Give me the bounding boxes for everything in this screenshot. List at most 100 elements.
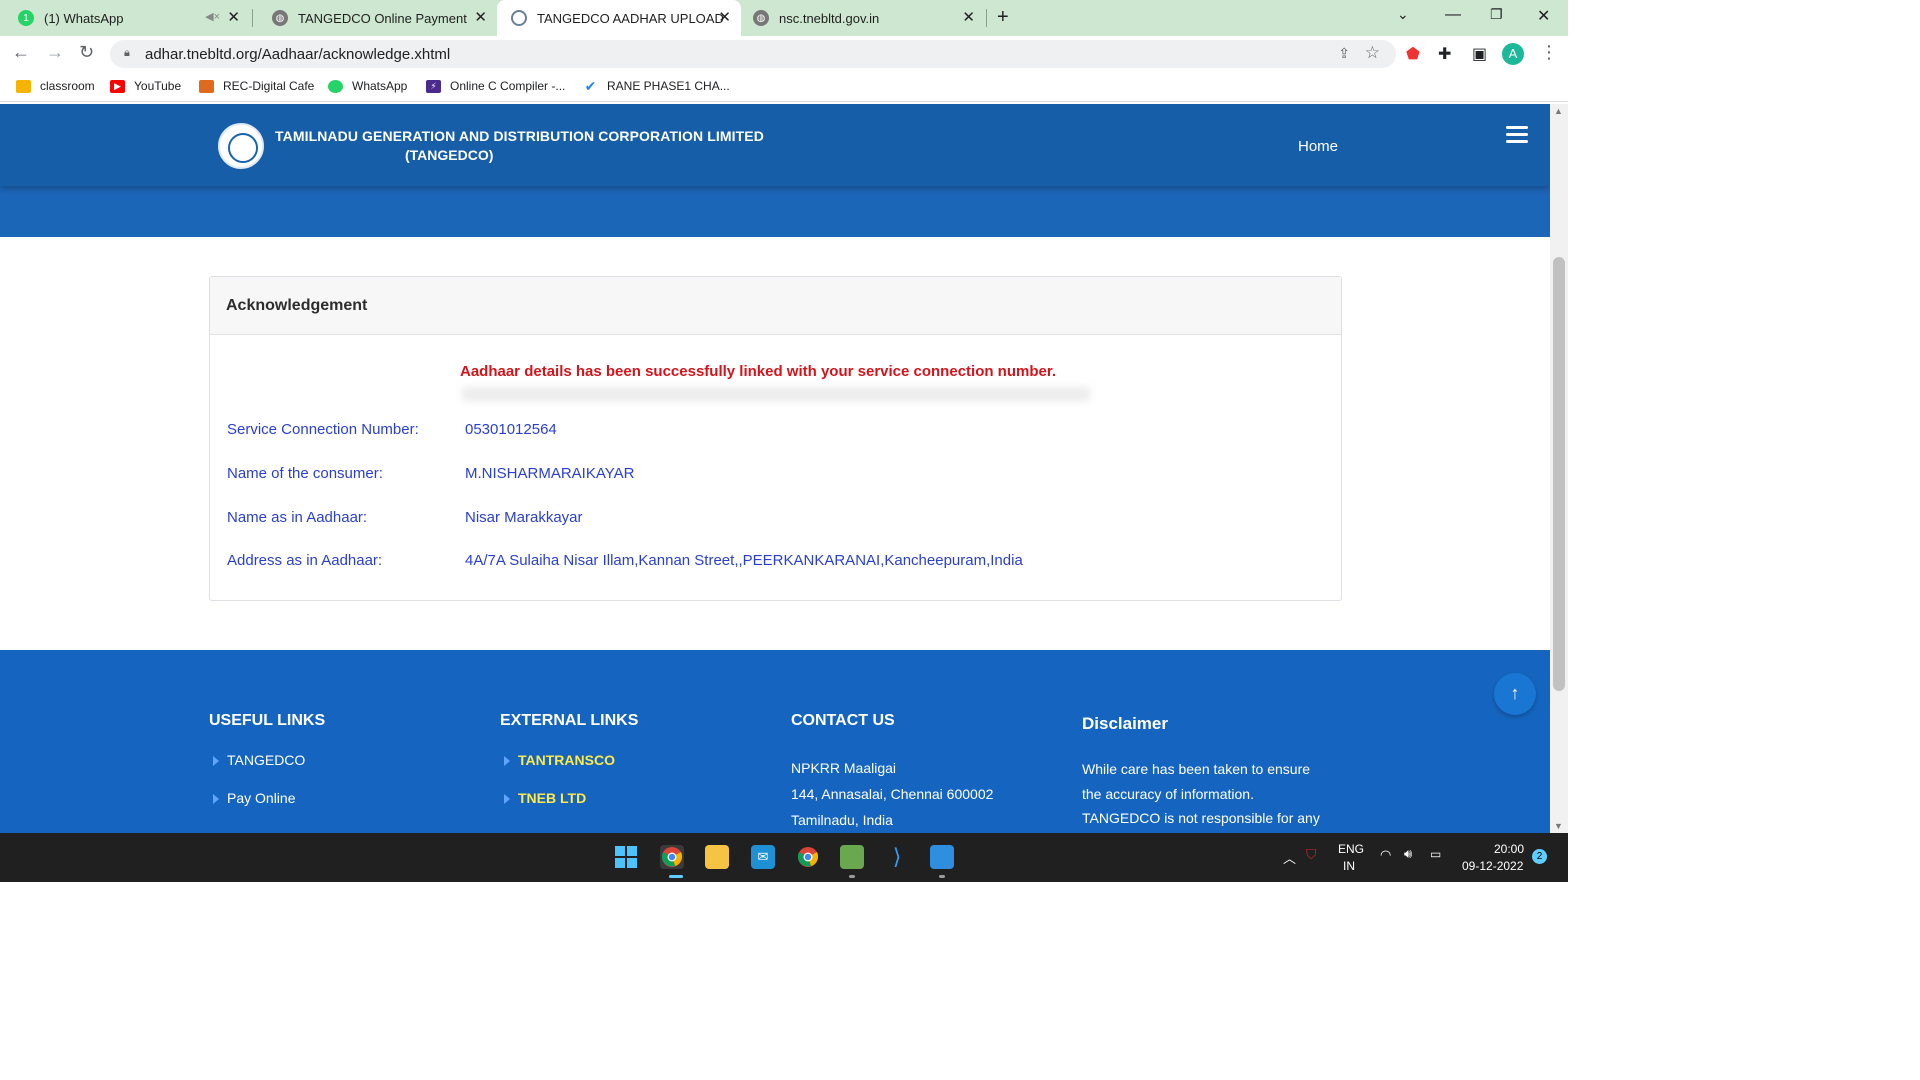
lock-icon[interactable]: 🔒︎ — [124, 47, 130, 60]
tab-title: TANGEDCO AADHAR UPLOAD — [537, 10, 724, 26]
windows-taskbar: ✉ ⟩ ︿ ⛉ ENG IN ◠ 🔊︎ ▭ 20:00 09-12-2022 — [0, 833, 1568, 882]
input-region[interactable]: IN — [1343, 859, 1355, 873]
success-message: Aadhaar details has been successfully li… — [460, 363, 1057, 380]
wifi-icon[interactable]: ◠ — [1380, 847, 1391, 863]
scroll-to-top-arrow-icon[interactable]: ↑ — [1494, 673, 1536, 715]
bookmark-label: RANE PHASE1 CHA... — [607, 79, 730, 93]
notification-badge[interactable]: 2 — [1532, 849, 1547, 864]
restore-icon[interactable]: ❐ — [1490, 6, 1503, 23]
aadhaar-address-value: 4A/7A Sulaiha Nisar Illam,Kannan Street,… — [465, 552, 1023, 569]
extensions-puzzle-icon[interactable]: ✚ — [1438, 44, 1451, 64]
checkmark-icon: ✔ — [584, 77, 597, 94]
disclaimer-line: TANGEDCO is not responsible for any — [1082, 810, 1320, 826]
close-icon[interactable]: ✕ — [474, 10, 487, 26]
chrome-active-icon[interactable] — [660, 845, 684, 869]
tab-title: (1) WhatsApp — [44, 10, 124, 26]
brave-shield-extension-icon[interactable]: ⬟ — [1406, 44, 1420, 64]
file-explorer-icon[interactable] — [705, 845, 729, 869]
scroll-down-icon[interactable]: ▼ — [1554, 821, 1563, 831]
forward-arrow-icon[interactable]: → — [46, 42, 64, 63]
whatsapp-icon: 1 — [18, 10, 34, 26]
disclaimer-line: While care has been taken to ensure — [1082, 761, 1311, 777]
tab-tangedco-online-payment[interactable]: ◍ TANGEDCO Online Payment ✕ — [254, 0, 497, 36]
link-label: Pay Online — [227, 790, 296, 806]
tab-search-chevron-down-icon[interactable]: ⌄ — [1397, 6, 1409, 23]
mcafee-shield-icon[interactable]: ⛉ — [1306, 846, 1317, 863]
window-close-icon[interactable]: ✕ — [1537, 6, 1550, 26]
hero-banner-image — [0, 186, 1550, 237]
close-icon[interactable]: ✕ — [227, 10, 240, 26]
clock-date[interactable]: 09-12-2022 — [1462, 859, 1523, 873]
globe-icon: ◍ — [753, 10, 769, 26]
windows-start-icon[interactable] — [614, 845, 638, 869]
tab-nsc-tnebltd[interactable]: ◍ nsc.tnebltd.gov.in ✕ — [741, 0, 985, 36]
tab-tangedco-aadhar-upload[interactable]: TANGEDCO AADHAR UPLOAD ✕ — [497, 0, 741, 36]
vscode-icon[interactable]: ⟩ — [885, 844, 909, 869]
caret-right-icon — [213, 756, 219, 767]
close-icon[interactable]: ✕ — [718, 10, 731, 26]
bookmark-rane-phase1[interactable]: ✔ RANE PHASE1 CHA... — [583, 77, 730, 94]
image-app-icon[interactable] — [840, 845, 864, 869]
profile-avatar[interactable]: A — [1502, 43, 1524, 65]
service-connection-value: 05301012564 — [465, 421, 557, 438]
youtube-icon: ▶ — [110, 79, 125, 93]
mail-app-icon[interactable]: ✉ — [751, 845, 775, 869]
bookmark-rec-digital-cafe[interactable]: REC-Digital Cafe — [199, 79, 314, 93]
caret-right-icon — [213, 794, 219, 805]
bookmark-online-c-compiler[interactable]: ⚡ Online C Compiler -... — [426, 79, 565, 93]
link-label: TNEB LTD — [518, 790, 587, 806]
page-scrollbar[interactable]: ▲ ▼ — [1550, 104, 1568, 833]
bookmark-whatsapp[interactable]: WhatsApp — [328, 79, 407, 93]
link-label: TANTRANSCO — [518, 752, 615, 768]
caret-right-icon — [504, 794, 510, 805]
share-icon[interactable]: ⇪ — [1338, 45, 1350, 62]
speaker-muted-icon[interactable]: ◀× — [205, 10, 220, 23]
browser-toolbar: ← → ↻ 🔒︎ adhar.tnebltd.org/Aadhaar/ackno… — [0, 36, 1568, 72]
bookmark-classroom[interactable]: classroom — [16, 79, 95, 93]
nav-home-link[interactable]: Home — [1298, 138, 1338, 155]
hamburger-menu-icon[interactable] — [1506, 126, 1528, 147]
tray-chevron-up-icon[interactable]: ︿ — [1283, 848, 1296, 867]
chrome-icon[interactable] — [796, 845, 820, 869]
disclaimer-line: the accuracy of information. — [1082, 786, 1254, 802]
tab-title: nsc.tnebltd.gov.in — [779, 10, 880, 26]
footer-link-pay-online[interactable]: Pay Online — [213, 790, 295, 806]
aadhaar-name-label: Name as in Aadhaar: — [227, 509, 368, 526]
url-text[interactable]: adhar.tnebltd.org/Aadhaar/acknowledge.xh… — [145, 46, 450, 63]
tangedco-logo-icon — [511, 10, 527, 26]
close-icon[interactable]: ✕ — [962, 10, 975, 26]
scrollbar-thumb[interactable] — [1553, 257, 1565, 691]
bookmark-star-icon[interactable]: ☆ — [1365, 43, 1380, 63]
tab-divider — [252, 9, 253, 27]
volume-icon[interactable]: 🔊︎ — [1404, 846, 1412, 862]
photos-app-icon[interactable] — [930, 845, 954, 869]
site-footer: USEFUL LINKS TANGEDCO Pay Online EXTERNA… — [0, 650, 1550, 833]
tangedco-logo[interactable] — [218, 123, 264, 169]
rec-icon — [199, 79, 214, 93]
browser-tab-strip: 1 (1) WhatsApp ◀× ✕ ◍ TANGEDCO Online Pa… — [0, 0, 1568, 36]
footer-link-tangedco[interactable]: TANGEDCO — [213, 752, 305, 768]
minimize-icon[interactable]: — — [1445, 6, 1461, 24]
footer-link-tneb-ltd[interactable]: TNEB LTD — [504, 790, 586, 806]
address-bar[interactable]: 🔒︎ adhar.tnebltd.org/Aadhaar/acknowledge… — [110, 40, 1396, 68]
new-tab-plus-icon[interactable]: + — [997, 6, 1009, 29]
bookmarks-bar: classroom ▶ YouTube REC-Digital Cafe Wha… — [0, 72, 1568, 102]
menu-kebab-icon[interactable]: ⋮ — [1540, 42, 1558, 63]
contact-line: Tamilnadu, India — [791, 812, 893, 828]
back-arrow-icon[interactable]: ← — [12, 42, 30, 63]
side-panel-icon[interactable]: ▣ — [1472, 44, 1487, 64]
aadhaar-name-value: Nisar Marakkayar — [465, 509, 583, 526]
reload-icon[interactable]: ↻ — [79, 42, 94, 63]
tab-whatsapp[interactable]: 1 (1) WhatsApp ◀× ✕ — [0, 0, 250, 36]
external-links-heading: EXTERNAL LINKS — [500, 712, 639, 729]
aadhaar-address-label: Address as in Aadhaar: — [227, 552, 383, 569]
consumer-name-value: M.NISHARMARAIKAYAR — [465, 465, 635, 482]
input-language[interactable]: ENG — [1338, 842, 1364, 856]
footer-link-tantransco[interactable]: TANTRANSCO — [504, 752, 615, 768]
clock-time[interactable]: 20:00 — [1494, 842, 1524, 856]
scroll-up-icon[interactable]: ▲ — [1554, 106, 1563, 116]
blurred-text — [462, 387, 1090, 401]
bookmark-youtube[interactable]: ▶ YouTube — [110, 79, 181, 93]
battery-icon[interactable]: ▭ — [1430, 847, 1441, 861]
running-app-indicator — [939, 875, 945, 878]
